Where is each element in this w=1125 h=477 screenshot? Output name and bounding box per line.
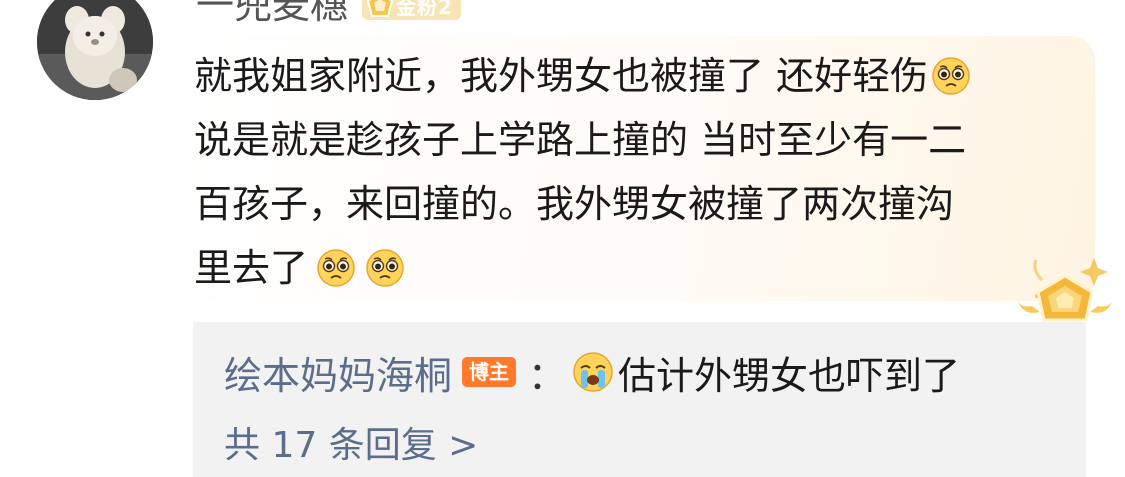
avatar[interactable] bbox=[37, 0, 153, 100]
comment-line: 百孩子，来回撞的。我外甥女被撞了两次撞沟 bbox=[194, 182, 955, 226]
view-more-replies-link[interactable]: 共 17 条回复 > bbox=[224, 418, 478, 474]
pleading-face-icon bbox=[365, 248, 405, 288]
pleading-face-icon bbox=[316, 248, 356, 288]
diamond-badge-icon bbox=[366, 0, 394, 17]
comment-screen: 一兜麦穗 金粉2 就我姐家附近，我外甥女也被撞了 还好轻伤 说是就是趁孩子上学路… bbox=[0, 0, 1125, 477]
fan-badge-label: 金粉2 bbox=[396, 0, 453, 19]
reply-author-link[interactable]: 绘本妈妈海桐 bbox=[224, 345, 452, 400]
blogger-tag: 博主 bbox=[462, 357, 517, 387]
fan-badge[interactable]: 金粉2 bbox=[362, 0, 461, 20]
reply-item[interactable]: 绘本妈妈海桐 博主 ： 估计外甥女也吓到了 bbox=[224, 344, 960, 400]
username[interactable]: 一兜麦穗 bbox=[196, 0, 348, 30]
comment-line: 就我姐家附近，我外甥女也被撞了 还好轻伤 bbox=[194, 44, 1074, 108]
crying-face-icon bbox=[572, 351, 614, 393]
reply-colon: ： bbox=[528, 353, 567, 398]
comment-body: 就我姐家附近，我外甥女也被撞了 还好轻伤 说是就是趁孩子上学路上撞的 当时至少有… bbox=[194, 44, 1074, 300]
pleading-face-icon bbox=[931, 56, 971, 96]
comment-header: 一兜麦穗 金粉2 bbox=[196, 0, 461, 30]
gold-fan-card-badge-icon bbox=[1018, 258, 1112, 322]
reply-text: 估计外甥女也吓到了 bbox=[618, 353, 961, 398]
comment-line: 说是就是趁孩子上学路上撞的 当时至少有一二 bbox=[194, 118, 967, 162]
comment-line: 里去了 bbox=[194, 236, 1074, 300]
